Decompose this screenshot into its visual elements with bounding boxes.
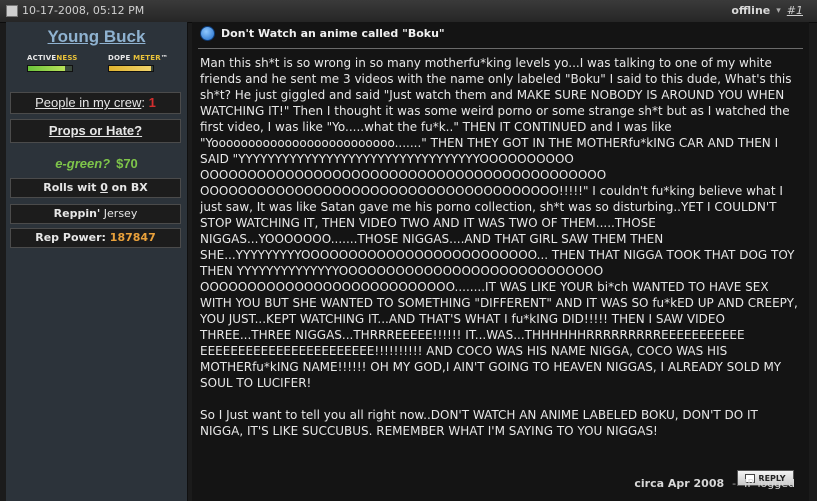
post-body: Man this sh*t is so wrong in so many mot…	[200, 55, 800, 439]
egreen-value: $70	[116, 156, 138, 171]
post-header-bar: 10-17-2008, 05:12 PM offline ▾ #1	[0, 0, 817, 23]
activeness-label-pre: ACTIVE	[27, 54, 57, 62]
egreen-row: e-green? $70	[6, 156, 187, 171]
circa-date: circa Apr 2008	[634, 477, 725, 490]
dope-label-pre: DOPE	[108, 54, 134, 62]
activeness-label-hl: NESS	[56, 54, 78, 62]
reppin-value: Jersey	[103, 207, 138, 220]
dope-label-suf: ™	[160, 54, 169, 62]
post-date: 10-17-2008, 05:12 PM	[6, 4, 144, 17]
rolls-suf: on BX	[107, 181, 148, 194]
username-link[interactable]: Young Buck	[6, 27, 187, 47]
activeness-label: ACTIVENESS	[27, 54, 78, 62]
egreen-label: e-green?	[55, 156, 111, 171]
crew-label[interactable]: People in my crew	[35, 95, 141, 110]
dope-bar-fill	[109, 66, 151, 71]
dope-meter-label: DOPE METER™	[108, 54, 168, 62]
chevron-down-icon[interactable]: ▾	[776, 6, 781, 16]
dope-bar	[108, 65, 154, 72]
globe-icon	[200, 26, 215, 41]
dope-label-hl: METER	[133, 54, 161, 62]
post-number-link[interactable]: #1	[787, 4, 803, 17]
rep-power-value: 187847	[109, 231, 156, 244]
props-or-hate-button[interactable]: Props or Hate?	[10, 119, 181, 143]
crew-colon: :	[141, 95, 145, 110]
post-paragraph-2: So I Just want to tell you all right now…	[200, 408, 758, 438]
user-sidebar: Young Buck ACTIVENESS DOPE METER™ People…	[6, 22, 188, 501]
activeness-bar	[27, 65, 73, 72]
ip-logged: IP logged	[744, 477, 795, 490]
post-date-text: 10-17-2008, 05:12 PM	[22, 4, 145, 17]
post-header-right: offline ▾ #1	[731, 4, 803, 17]
footer-dash: -	[732, 477, 737, 490]
rep-power-label: Rep Power:	[35, 231, 106, 244]
crew-count: 1	[148, 95, 156, 110]
rolls-num: 0	[100, 181, 108, 194]
crew-link-box[interactable]: People in my crew: 1	[10, 92, 181, 114]
rep-power-box: Rep Power: 187847	[10, 228, 181, 248]
post-title-text: Don't Watch an anime called "Boku"	[221, 27, 445, 40]
post-footer: circa Apr 2008 - IP logged	[634, 477, 795, 490]
post-number: #1	[787, 4, 803, 17]
title-divider	[198, 48, 803, 49]
online-status: offline	[731, 4, 771, 17]
activeness-bar-fill	[28, 66, 66, 71]
rolls-box: Rolls wit 0 on BX	[10, 178, 181, 198]
reppin-box: Reppin' Jersey	[10, 204, 181, 224]
reppin-label: Reppin'	[53, 207, 101, 220]
rolls-pre: Rolls wit	[43, 181, 101, 194]
post-title: Don't Watch an anime called "Boku"	[200, 26, 445, 41]
post-paragraph-1: Man this sh*t is so wrong in so many mot…	[200, 56, 798, 390]
post-content: Don't Watch an anime called "Boku" Man t…	[192, 22, 809, 501]
dope-meter: DOPE METER™	[108, 54, 168, 72]
post-page-icon	[6, 4, 18, 17]
activeness-meter: ACTIVENESS	[27, 54, 78, 72]
